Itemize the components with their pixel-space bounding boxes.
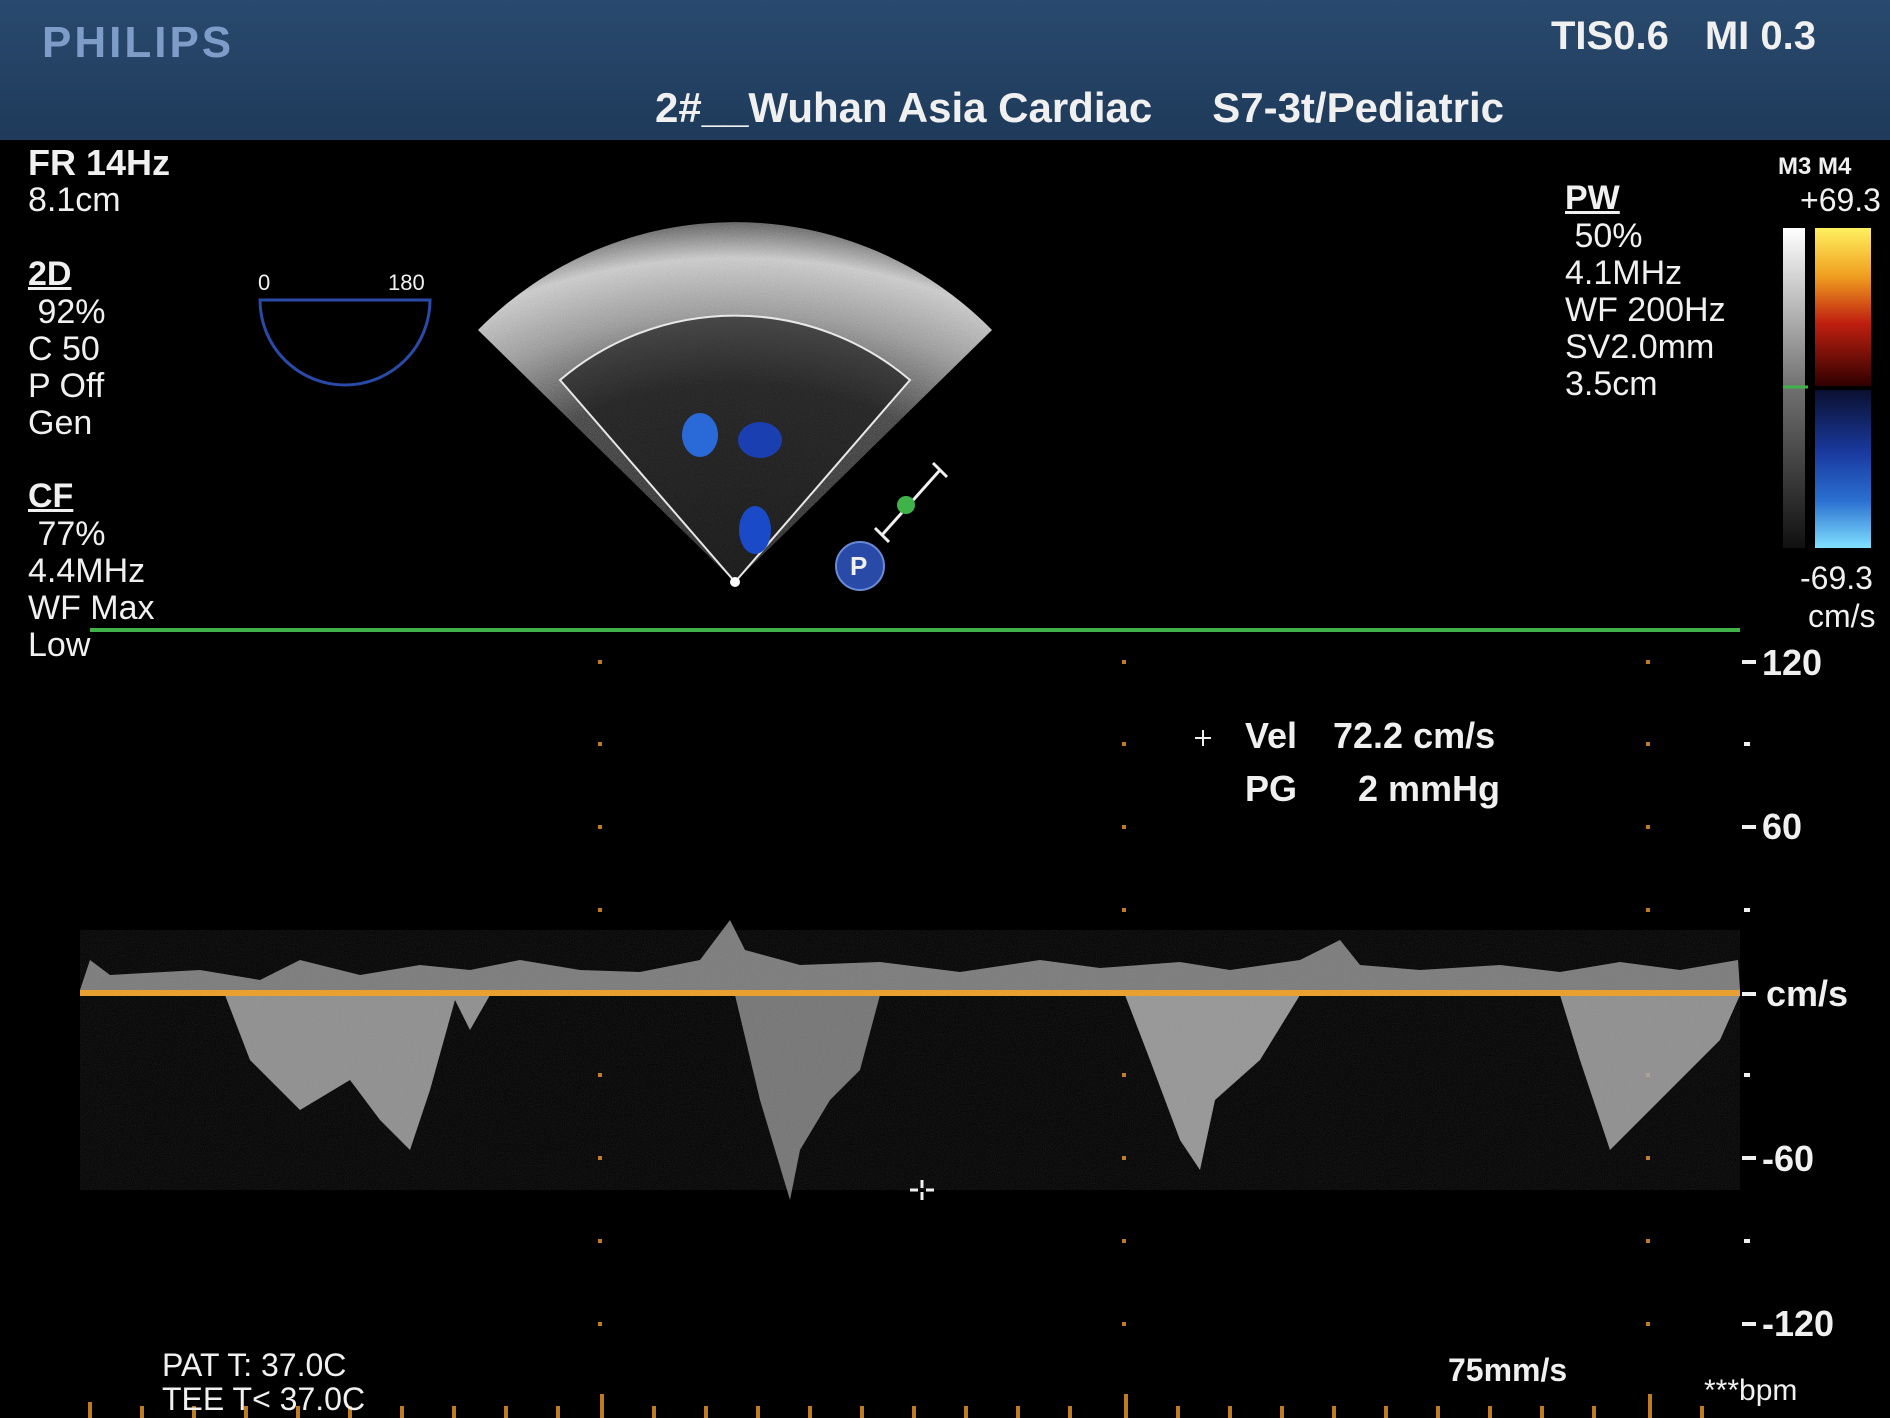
velocity-scale-ticks xyxy=(1742,660,1756,1326)
scale-label-120: 120 xyxy=(1762,642,1823,683)
scale-label-60: 60 xyxy=(1762,806,1803,847)
doppler-spectrum xyxy=(80,920,1740,1200)
ultrasound-graphics xyxy=(80,222,1871,1418)
heart-rate: ***bpm xyxy=(1704,1374,1798,1407)
scale-unit-label: cm/s xyxy=(1766,973,1849,1014)
vel-label: Vel xyxy=(1245,715,1298,756)
scale-label-minus-120: -120 xyxy=(1762,1303,1835,1344)
patient-temp: PAT T: 37.0C xyxy=(162,1347,347,1383)
color-velocity-bar xyxy=(1783,228,1871,548)
pg-value: 2 mmHg xyxy=(1358,768,1501,809)
vel-value: 72.2 cm/s xyxy=(1333,715,1496,756)
legend-cursor-icon xyxy=(1195,730,1211,746)
probe-marker-letter: P xyxy=(850,551,868,581)
sample-gate xyxy=(873,461,949,544)
color-flow-blob xyxy=(682,413,718,457)
sector-image xyxy=(478,222,992,587)
doppler-baseline xyxy=(80,990,1740,996)
tee-temp: TEE T< 37.0C xyxy=(162,1381,366,1417)
sweep-speed: 75mm/s xyxy=(1448,1352,1568,1388)
pg-label: PG xyxy=(1245,768,1298,809)
scale-label-minus-60: -60 xyxy=(1762,1138,1815,1179)
probe-angle-indicator xyxy=(258,298,432,387)
